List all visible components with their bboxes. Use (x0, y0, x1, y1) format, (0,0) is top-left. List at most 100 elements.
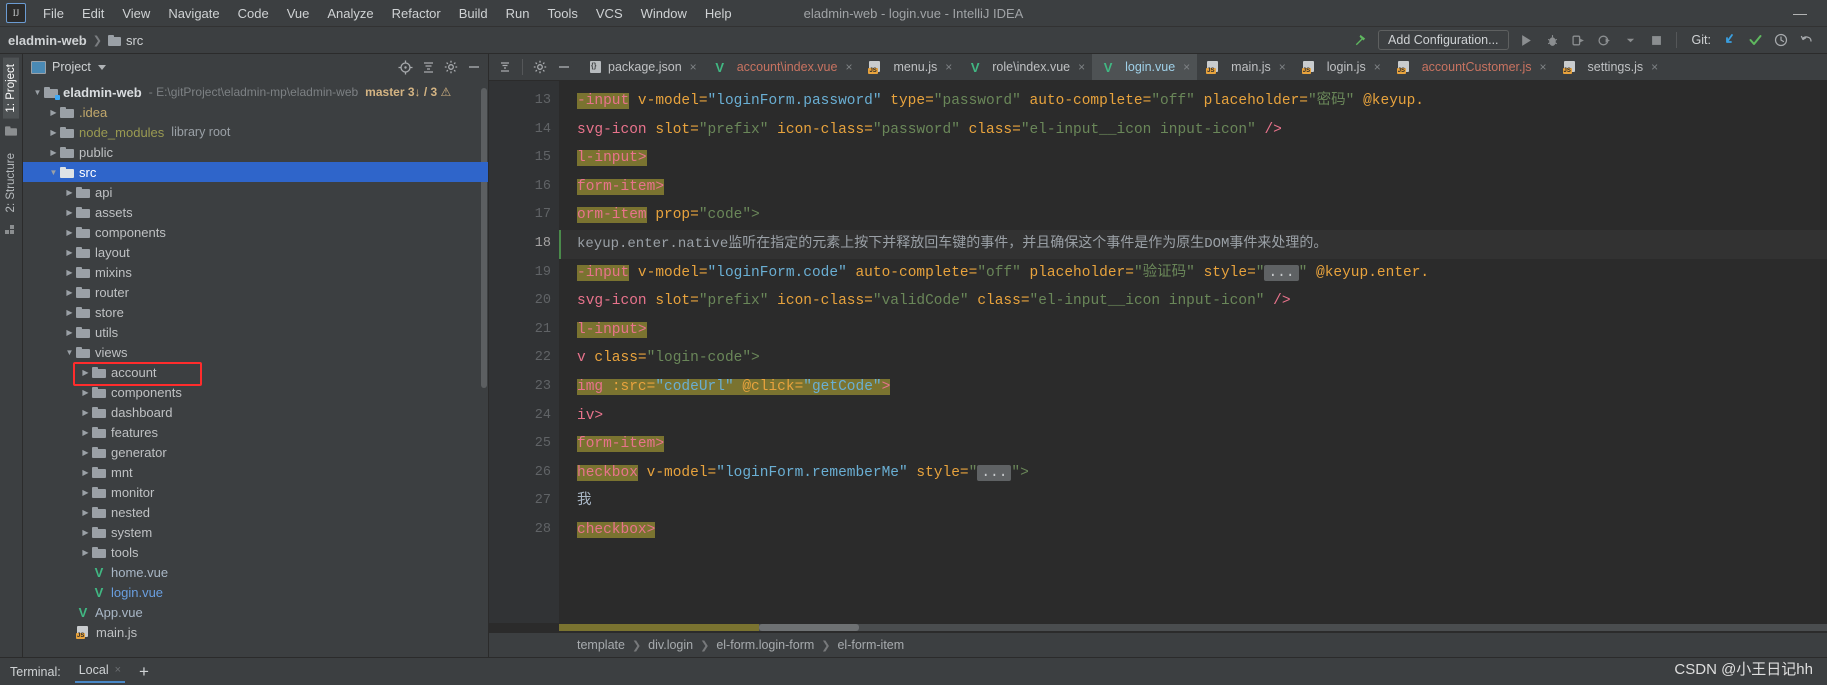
tree-expand-arrow-closed[interactable]: ▶ (63, 208, 76, 217)
menu-refactor[interactable]: Refactor (383, 3, 450, 24)
tree-expand-arrow-closed[interactable]: ▶ (79, 428, 92, 437)
tree-expand-arrow-open[interactable]: ▼ (31, 88, 44, 97)
tree-expand-arrow-closed[interactable]: ▶ (47, 128, 60, 137)
rollback-icon[interactable] (1795, 29, 1819, 51)
tool-window-tab-project[interactable]: 1: Project (3, 58, 19, 119)
editor-tab[interactable]: menu.js × (859, 54, 959, 80)
tree-row[interactable]: ▶ layout (23, 242, 488, 262)
code-line[interactable]: svg-icon slot="prefix" icon-class="passw… (559, 116, 1827, 145)
gear-icon[interactable] (441, 57, 461, 77)
editor-tab[interactable]: login.js × (1293, 54, 1388, 80)
menu-analyze[interactable]: Analyze (318, 3, 382, 24)
chevron-down-icon[interactable] (1619, 29, 1643, 51)
code-line[interactable]: v class="login-code"> (559, 344, 1827, 373)
breadcrumb-item[interactable]: el-form.login-form (716, 638, 814, 652)
menu-file[interactable]: File (34, 3, 73, 24)
close-icon[interactable]: × (1540, 60, 1547, 74)
tree-expand-arrow-closed[interactable]: ▶ (79, 408, 92, 417)
menu-window[interactable]: Window (632, 3, 696, 24)
add-terminal-button[interactable]: + (139, 663, 149, 680)
tree-row[interactable]: ▶ .idea (23, 102, 488, 122)
hammer-icon[interactable] (1348, 29, 1372, 51)
code-line[interactable]: 我 (559, 487, 1827, 516)
project-tree[interactable]: ▼ eladmin-web - E:\gitProject\eladmin-mp\e… (23, 80, 488, 657)
close-icon[interactable]: × (1183, 60, 1190, 74)
menu-view[interactable]: View (113, 3, 159, 24)
close-icon[interactable]: × (690, 60, 697, 74)
editor-tab[interactable]: Vrole\index.vue × (959, 54, 1092, 80)
tree-expand-arrow-closed[interactable]: ▶ (47, 148, 60, 157)
tree-expand-arrow-closed[interactable]: ▶ (79, 448, 92, 457)
tree-expand-arrow-closed[interactable]: ▶ (79, 388, 92, 397)
collapse-all-icon[interactable] (418, 57, 438, 77)
code-line[interactable]: checkbox> (559, 516, 1827, 545)
code-content[interactable]: -input v-model="loginForm.password" type… (559, 81, 1827, 623)
close-icon[interactable]: × (1651, 60, 1658, 74)
code-line[interactable]: l-input> (559, 316, 1827, 345)
close-icon[interactable]: × (945, 60, 952, 74)
scrollbar-track[interactable] (559, 624, 1827, 631)
tree-expand-arrow-closed[interactable]: ▶ (79, 528, 92, 537)
tree-row[interactable]: ▶ mnt (23, 462, 488, 482)
run-icon[interactable] (1515, 29, 1539, 51)
hide-panel-icon[interactable] (464, 57, 484, 77)
tree-row[interactable]: ▶ system (23, 522, 488, 542)
terminal-label[interactable]: Terminal: (10, 665, 61, 679)
hide-editor-icon[interactable] (552, 56, 576, 78)
debug-icon[interactable] (1541, 29, 1565, 51)
tree-expand-arrow-closed[interactable]: ▶ (63, 308, 76, 317)
tree-expand-arrow-closed[interactable]: ▶ (79, 548, 92, 557)
tree-expand-arrow-closed[interactable]: ▶ (63, 228, 76, 237)
tree-row[interactable]: ▶ public (23, 142, 488, 162)
editor-tab[interactable]: settings.js × (1554, 54, 1666, 80)
sort-tabs-icon[interactable] (493, 56, 517, 78)
tree-row[interactable]: ▶ features (23, 422, 488, 442)
modules-icon[interactable] (5, 225, 17, 240)
tree-row[interactable]: ▶ generator (23, 442, 488, 462)
tree-row[interactable]: ·V App.vue (23, 602, 488, 622)
tree-expand-arrow-closed[interactable]: ▶ (63, 268, 76, 277)
tree-row[interactable]: ▶ api (23, 182, 488, 202)
tree-row[interactable]: ▶ nested (23, 502, 488, 522)
code-line[interactable]: keyup.enter.native监听在指定的元素上按下并释放回车键的事件，并… (559, 229, 1827, 259)
update-project-icon[interactable] (1717, 29, 1741, 51)
chevron-down-icon[interactable] (97, 64, 106, 70)
breadcrumb-item[interactable]: template (577, 638, 625, 652)
tree-row[interactable]: ▼ views (23, 342, 488, 362)
code-line[interactable]: form-item> (559, 430, 1827, 459)
menu-navigate[interactable]: Navigate (159, 3, 228, 24)
tree-row[interactable]: ▶ account (23, 362, 488, 386)
tree-row[interactable]: ·Vlogin.vue (23, 582, 488, 602)
close-icon[interactable]: × (115, 664, 121, 676)
tree-expand-arrow-closed[interactable]: ▶ (79, 468, 92, 477)
tree-row[interactable]: ▶ utils (23, 322, 488, 342)
tree-row[interactable]: ▶ tools (23, 542, 488, 562)
tree-row[interactable]: ▶ node_modules library root (23, 122, 488, 142)
code-line[interactable]: img :src="codeUrl" @click="getCode"> (559, 373, 1827, 402)
gear-icon[interactable] (528, 56, 552, 78)
commit-icon[interactable] (1743, 29, 1767, 51)
tree-row[interactable]: ·Vhome.vue (23, 562, 488, 582)
stop-icon[interactable] (1645, 29, 1669, 51)
favorites-icon[interactable] (5, 126, 17, 140)
menu-run[interactable]: Run (497, 3, 539, 24)
add-configuration-button[interactable]: Add Configuration... (1378, 30, 1509, 50)
menu-tools[interactable]: Tools (539, 3, 587, 24)
tree-expand-arrow-closed[interactable]: ▶ (79, 508, 92, 517)
menu-vcs[interactable]: VCS (587, 3, 632, 24)
menu-help[interactable]: Help (696, 3, 741, 24)
menu-vue[interactable]: Vue (278, 3, 319, 24)
close-icon[interactable]: × (1078, 60, 1085, 74)
editor-tab[interactable]: Vaccount\index.vue × (704, 54, 860, 80)
code-line[interactable]: svg-icon slot="prefix" icon-class="valid… (559, 287, 1827, 316)
code-line[interactable]: l-input> (559, 144, 1827, 173)
tree-row[interactable]: ▶ mixins (23, 262, 488, 282)
tree-expand-arrow-closed[interactable]: ▶ (79, 488, 92, 497)
scroll-from-source-icon[interactable] (395, 57, 415, 77)
tree-expand-arrow-closed[interactable]: ▶ (63, 248, 76, 257)
minimize-button[interactable]: — (1783, 5, 1817, 21)
history-icon[interactable] (1769, 29, 1793, 51)
tree-row[interactable]: ▼ eladmin-web - E:\gitProject\eladmin-mp\e… (23, 82, 488, 102)
close-icon[interactable]: × (1374, 60, 1381, 74)
code-line[interactable]: form-item> (559, 173, 1827, 202)
